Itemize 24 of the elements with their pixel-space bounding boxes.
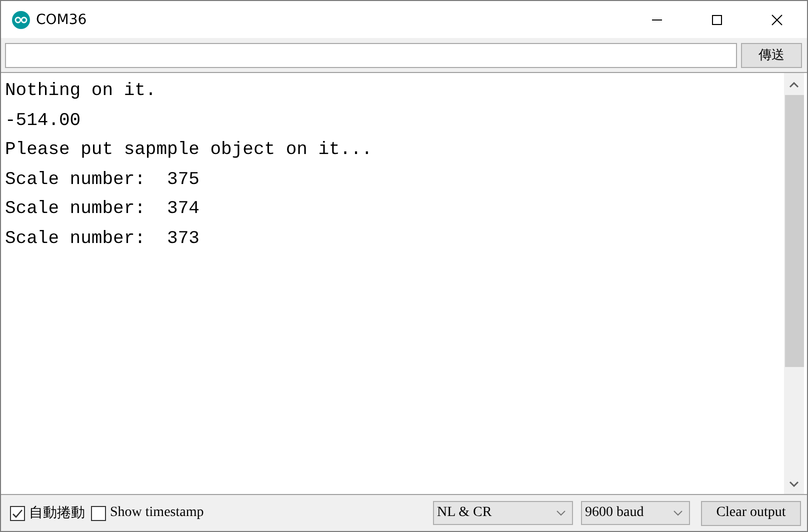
output-line: Scale number: 373 bbox=[5, 228, 200, 250]
scrollbar-thumb[interactable] bbox=[784, 95, 804, 367]
timestamp-label: Show timestamp bbox=[110, 505, 204, 521]
maximize-icon[interactable] bbox=[711, 14, 723, 26]
window-title: COM36 bbox=[36, 12, 87, 28]
output-line: Scale number: 374 bbox=[5, 198, 200, 221]
baud-rate-dropdown[interactable]: 9600 baud bbox=[581, 501, 690, 525]
output-line: Nothing on it. bbox=[5, 80, 158, 103]
timestamp-checkbox[interactable] bbox=[91, 506, 106, 520]
clear-output-button[interactable]: Clear output bbox=[701, 500, 801, 526]
output-line: Scale number: 375 bbox=[5, 168, 200, 192]
close-icon[interactable] bbox=[771, 14, 783, 26]
output-line: Please put sapmple object on it... bbox=[5, 139, 374, 162]
output-line: -514.00 bbox=[5, 110, 82, 132]
caret-icon bbox=[556, 510, 566, 516]
line-ending-dropdown[interactable]: NL & CR bbox=[433, 501, 573, 525]
send-button[interactable]: 傳送 bbox=[741, 42, 802, 68]
autoscroll-label: 自動捲動 bbox=[29, 504, 85, 522]
autoscroll-checkbox[interactable] bbox=[10, 506, 25, 520]
app-logo-icon bbox=[12, 10, 30, 28]
caret-icon bbox=[673, 510, 683, 516]
scroll-up-icon[interactable] bbox=[789, 82, 799, 88]
message-input-field[interactable] bbox=[5, 42, 737, 68]
scroll-down-icon[interactable] bbox=[789, 481, 799, 487]
